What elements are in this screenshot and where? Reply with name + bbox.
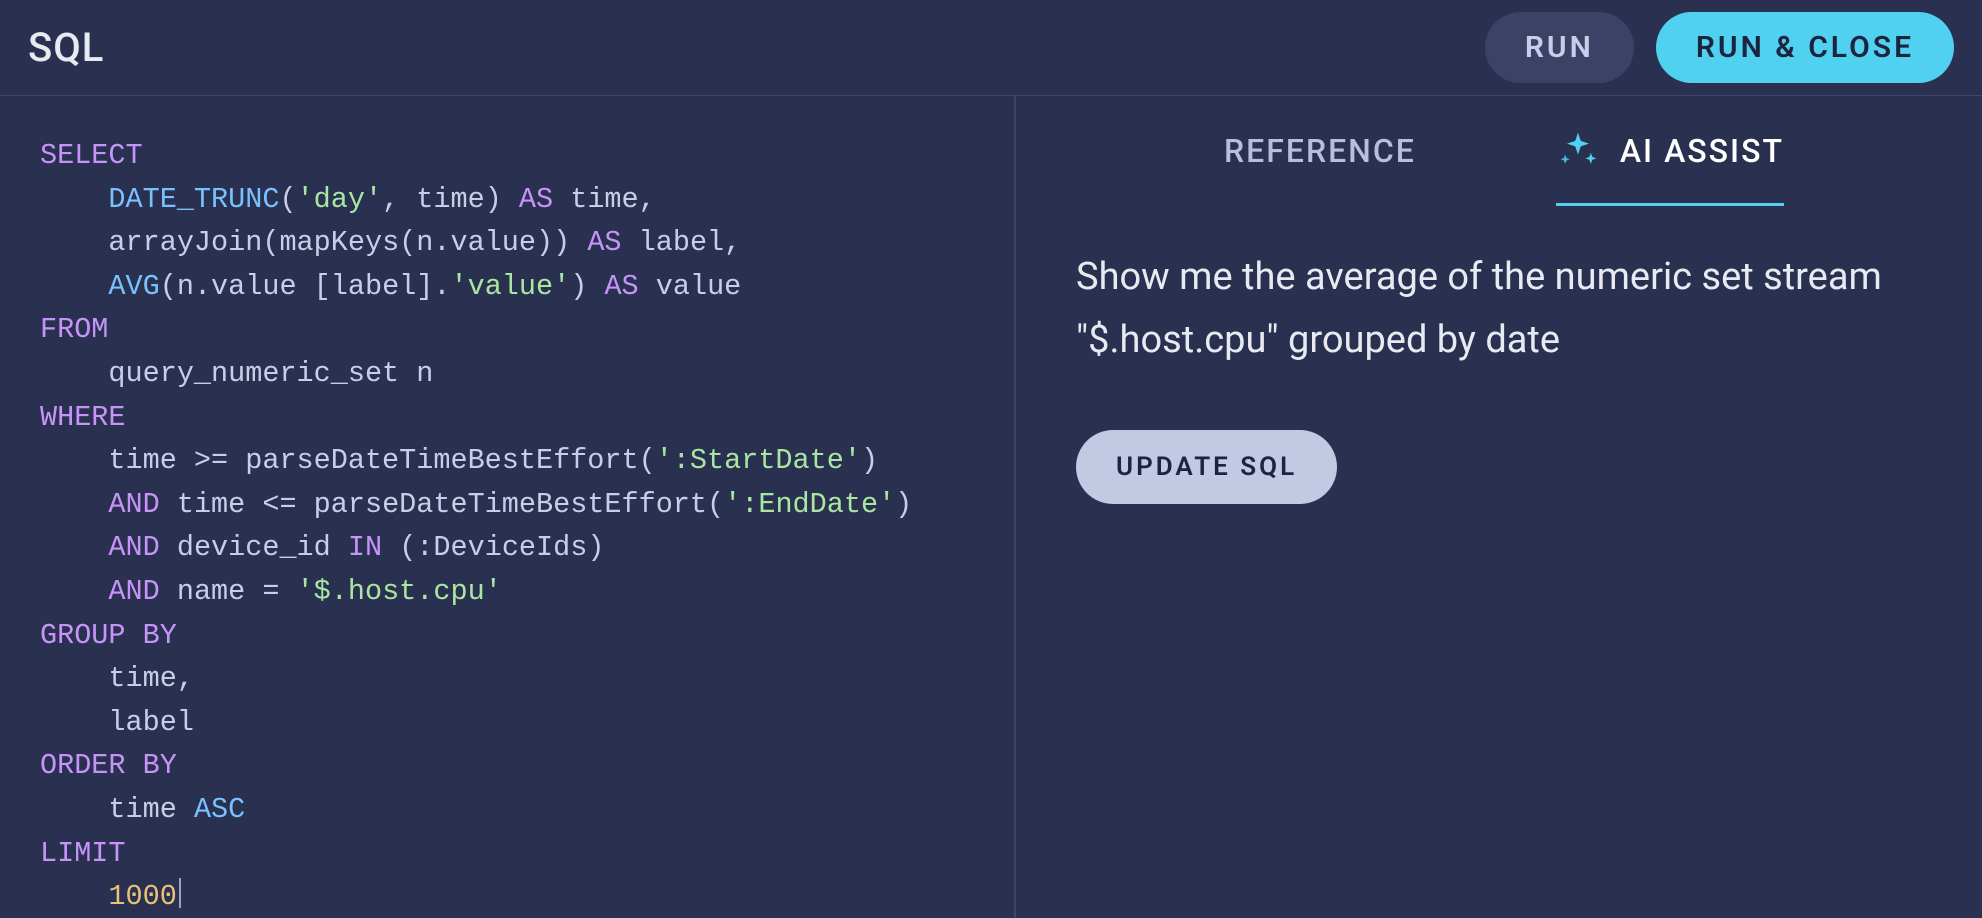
sql-token: time >= parseDateTimeBestEffort( [40, 444, 656, 477]
sql-token: time, label [40, 662, 194, 739]
sql-token: IN [348, 531, 382, 564]
assist-prompt[interactable]: Show me the average of the numeric set s… [1076, 246, 1932, 372]
sql-token: AND [108, 531, 159, 564]
update-sql-button[interactable]: UPDATE SQL [1076, 430, 1337, 504]
sql-token: LIMIT [40, 837, 126, 870]
sql-token: ':StartDate' [656, 444, 861, 477]
run-button[interactable]: RUN [1485, 12, 1634, 83]
sql-token: 'value' [450, 270, 570, 303]
sql-token: ) [570, 270, 604, 303]
sql-token: AS [587, 226, 621, 259]
sql-token: SELECT [40, 139, 143, 172]
sql-token: 'day' [297, 183, 383, 216]
ai-assist-panel: Show me the average of the numeric set s… [1066, 208, 1942, 504]
sql-token: time <= parseDateTimeBestEffort( [160, 488, 724, 521]
sql-token: ASC [194, 793, 245, 826]
sql-token [40, 183, 108, 216]
sql-token: , time) [382, 183, 519, 216]
sql-token: device_id [160, 531, 348, 564]
sql-token: AND [108, 488, 159, 521]
tab-label: REFERENCE [1224, 132, 1416, 170]
sql-token: AVG [108, 270, 159, 303]
header: SQL RUN RUN & CLOSE [0, 0, 1982, 96]
sql-token: AS [519, 183, 553, 216]
sql-token: AND [108, 575, 159, 608]
sparkle-icon [1556, 129, 1600, 173]
sql-editor[interactable]: SELECT DATE_TRUNC('day', time) AS time, … [0, 96, 1016, 918]
tab-reference[interactable]: REFERENCE [1224, 102, 1416, 203]
header-actions: RUN RUN & CLOSE [1485, 12, 1954, 83]
sql-token: FROM [40, 313, 108, 346]
run-and-close-button[interactable]: RUN & CLOSE [1656, 12, 1954, 83]
sql-token: AS [604, 270, 638, 303]
sql-token: '$.host.cpu' [297, 575, 502, 608]
sql-token [40, 226, 108, 259]
sql-token: query_numeric_set n [40, 357, 433, 390]
sql-token: ':EndDate' [724, 488, 895, 521]
sql-token: time [40, 793, 194, 826]
sql-token: (n.value [label]. [160, 270, 451, 303]
sql-token: GROUP BY [40, 619, 177, 652]
sql-token: value [639, 270, 742, 303]
sql-token: 1000 [108, 880, 176, 913]
sql-token: ( [279, 183, 296, 216]
sql-token: ORDER BY [40, 749, 177, 782]
tab-label: AI ASSIST [1620, 132, 1784, 170]
main: SELECT DATE_TRUNC('day', time) AS time, … [0, 96, 1982, 918]
tabs: REFERENCE AI ASSIST [1066, 96, 1942, 208]
sql-token [40, 880, 108, 913]
sql-token: WHERE [40, 401, 126, 434]
sql-token: label, [622, 226, 742, 259]
page-title: SQL [28, 24, 104, 71]
sql-token: time, [553, 183, 656, 216]
tab-ai-assist[interactable]: AI ASSIST [1556, 99, 1784, 206]
side-panel: REFERENCE AI ASSIST Show me the average … [1016, 96, 1982, 918]
sql-token: DATE_TRUNC [108, 183, 279, 216]
sql-token: arrayJoin(mapKeys(n.value)) [108, 226, 587, 259]
sql-token [40, 270, 108, 303]
editor-cursor [179, 878, 181, 908]
sql-token: name = [160, 575, 297, 608]
